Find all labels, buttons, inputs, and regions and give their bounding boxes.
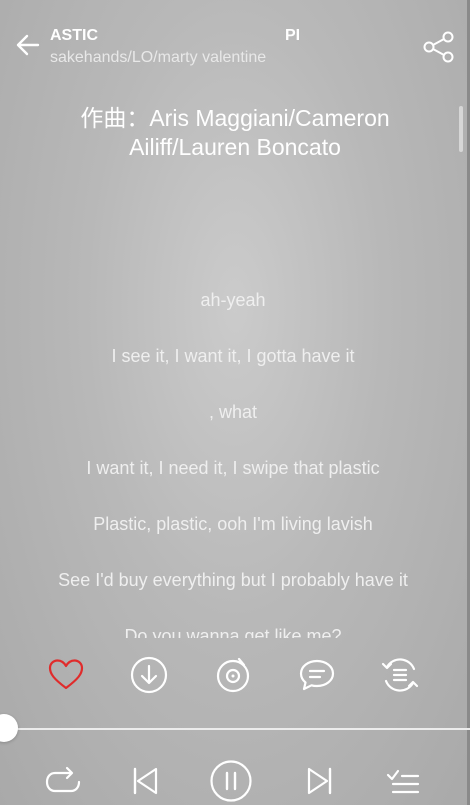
share-button[interactable] <box>421 31 457 63</box>
playback-controls <box>0 758 470 804</box>
sound-effect-button[interactable] <box>211 650 255 700</box>
pause-button[interactable] <box>208 758 254 804</box>
back-button[interactable] <box>14 31 42 59</box>
progress-thumb[interactable] <box>0 714 18 742</box>
pause-icon <box>210 760 252 802</box>
next-button[interactable] <box>297 758 343 804</box>
composer-line-1: 作曲：Aris Maggiani/Cameron <box>80 105 390 131</box>
lyric-line: I see it, I want it, I gotta have it <box>111 346 355 366</box>
lyrics-panel[interactable]: ah-yeah I see it, I want it, I gotta hav… <box>0 286 466 638</box>
comments-button[interactable] <box>295 650 339 700</box>
progress-bar[interactable] <box>0 728 470 730</box>
more-icon <box>381 658 419 692</box>
comment-icon <box>299 659 335 691</box>
lyric-line: , what <box>208 402 258 422</box>
composer-credit: 作曲：Aris Maggiani/Cameron Ailiff/Lauren B… <box>40 104 430 162</box>
artist-names: sakehands/LO/marty valentine <box>50 49 267 66</box>
lyric-line: I want it, I need it, I swipe that plast… <box>86 458 380 478</box>
previous-button[interactable] <box>122 758 168 804</box>
playlist-icon <box>386 769 420 794</box>
composer-line-2: Ailiff/Lauren Boncato <box>129 134 341 160</box>
like-button[interactable] <box>44 650 88 700</box>
song-title: ASTIC PI <box>50 27 310 47</box>
lyric-line: See I'd buy everything but I probably ha… <box>58 570 408 590</box>
playlist-button[interactable] <box>380 758 426 804</box>
share-icon <box>423 31 454 63</box>
header: ASTIC PI sakehands/LO/marty valentine <box>0 0 470 80</box>
repeat-icon <box>45 766 81 793</box>
song-title-part-left: ASTIC <box>50 27 98 44</box>
lyric-line: Do you wanna get like me? <box>124 626 342 638</box>
heart-icon <box>48 659 84 690</box>
download-button[interactable] <box>127 650 171 700</box>
next-icon <box>307 767 332 795</box>
song-actions <box>0 650 470 700</box>
back-arrow-icon <box>16 34 40 56</box>
lyric-line: ah-yeah <box>200 290 266 310</box>
song-title-part-right: PI <box>285 27 301 44</box>
lyric-line: Plastic, plastic, ooh I'm living lavish <box>93 514 373 534</box>
more-options-button[interactable] <box>378 650 422 700</box>
lyrics-scrollbar[interactable] <box>459 106 463 152</box>
vinyl-icon <box>216 657 250 693</box>
previous-icon <box>133 767 158 795</box>
repeat-button[interactable] <box>40 758 86 804</box>
download-icon <box>130 656 168 694</box>
